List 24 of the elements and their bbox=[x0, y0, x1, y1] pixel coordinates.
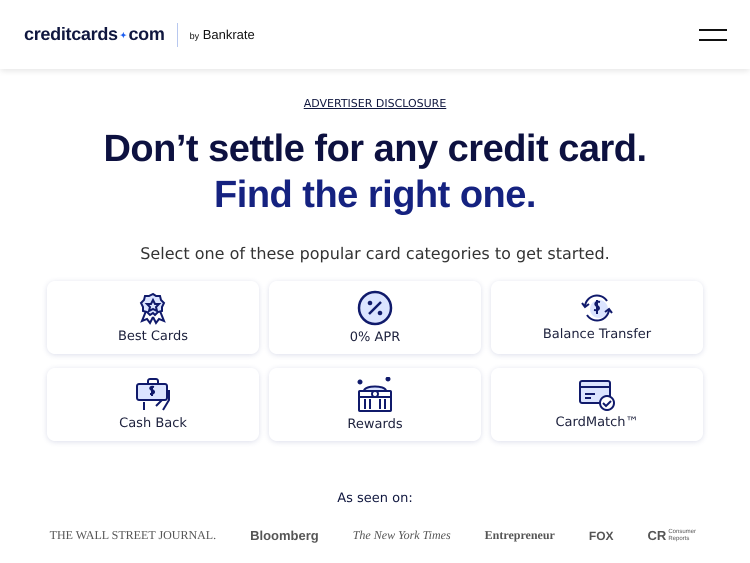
headline: Don’t settle for any credit card. bbox=[103, 127, 647, 172]
percent-icon bbox=[357, 290, 393, 326]
intro-text: Select one of these popular card categories to get started. bbox=[140, 244, 610, 263]
category-card[interactable]: Cash Back bbox=[47, 368, 259, 441]
category-card[interactable]: 0% APR bbox=[269, 281, 481, 354]
category-card[interactable]: Best Cards bbox=[47, 281, 259, 354]
sub-headline: Find the right one. bbox=[214, 173, 536, 218]
partner-logo: by Bankrate bbox=[190, 27, 255, 42]
advertiser-disclosure-link[interactable]: ADVERTISER DISCLOSURE bbox=[304, 97, 446, 110]
menu-icon[interactable] bbox=[698, 28, 728, 40]
treasure-chest-icon bbox=[356, 377, 394, 413]
cash-in-hand-icon bbox=[135, 378, 171, 412]
media-logo: Entrepreneur bbox=[484, 528, 555, 543]
dollar-exchange-icon bbox=[580, 293, 614, 323]
media-logo: THE WALL STREET JOURNAL. bbox=[50, 528, 216, 543]
card-check-icon bbox=[578, 379, 616, 411]
category-card[interactable]: CardMatch™ bbox=[491, 368, 703, 441]
category-card[interactable]: Balance Transfer bbox=[491, 281, 703, 354]
category-card[interactable]: Rewards bbox=[269, 368, 481, 441]
media-logo: Bloomberg bbox=[250, 528, 319, 543]
media-logo: The New York Times bbox=[352, 528, 451, 543]
media-logo: FOX bbox=[588, 528, 614, 542]
as-seen-on-label: As seen on: bbox=[337, 491, 413, 506]
site-logo[interactable]: creditcards✦com bbox=[24, 24, 165, 45]
